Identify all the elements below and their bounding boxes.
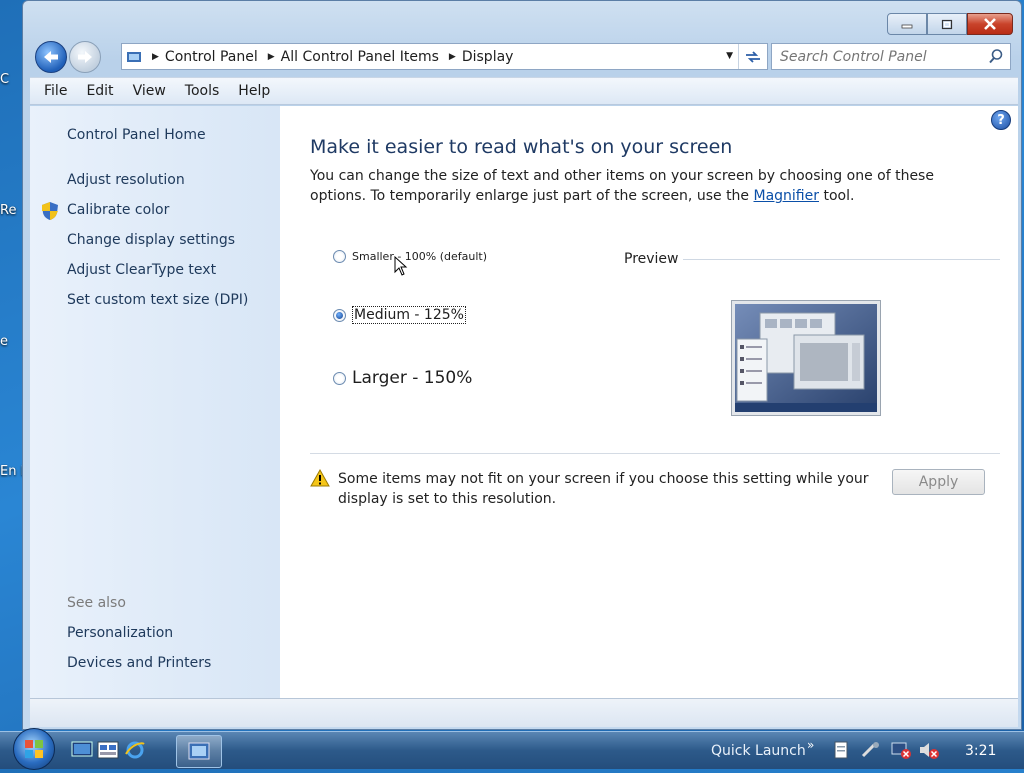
chevron-right-icon[interactable]: ▶ (449, 52, 456, 62)
arrow-right-icon (78, 51, 92, 63)
clock[interactable]: 3:21 (965, 743, 996, 759)
windows-logo-icon (25, 740, 43, 758)
refresh-icon (746, 50, 760, 63)
forward-button[interactable] (69, 41, 101, 73)
content-divider (310, 453, 1000, 454)
desktop-icon-label[interactable]: En L (0, 464, 24, 479)
menu-bar: File Edit View Tools Help (30, 77, 1018, 105)
arrow-left-icon (44, 51, 58, 63)
search-input[interactable] (772, 44, 982, 69)
preview-image (731, 300, 881, 416)
help-button[interactable]: ? (991, 110, 1011, 130)
close-button[interactable] (967, 13, 1013, 35)
warning-icon (310, 469, 330, 487)
preview-illustration (735, 304, 877, 412)
menu-view[interactable]: View (131, 83, 168, 99)
magnifier-link[interactable]: Magnifier (754, 188, 820, 204)
see-also-heading: See also (67, 595, 126, 611)
desktop-icon-label[interactable]: C (0, 72, 24, 87)
uac-shield-icon (42, 202, 58, 220)
search-icon[interactable] (988, 48, 1004, 64)
show-desktop-icon[interactable] (71, 740, 93, 760)
maximize-icon (941, 19, 953, 29)
radio-medium[interactable] (333, 308, 346, 322)
minimize-button[interactable] (887, 13, 927, 35)
close-icon (984, 18, 996, 30)
desktop-icon-label[interactable]: e (0, 334, 24, 349)
option-smaller-label[interactable]: Smaller - 100% (default) (352, 250, 487, 263)
devices-printers-link[interactable]: Devices and Printers (67, 655, 211, 671)
breadcrumb-control-panel[interactable]: Control Panel (165, 49, 258, 65)
content-area: Control Panel Home Adjust resolution Cal… (30, 106, 1018, 698)
menu-file[interactable]: File (42, 83, 69, 99)
calibrate-color-link[interactable]: Calibrate color (67, 202, 169, 218)
network-tools-icon[interactable] (860, 740, 882, 760)
switch-windows-icon[interactable] (97, 740, 119, 760)
search-box[interactable] (771, 43, 1011, 70)
maximize-button[interactable] (927, 13, 967, 35)
option-medium[interactable]: Medium - 125% (333, 306, 466, 324)
status-bar (30, 698, 1018, 727)
chevron-right-icon[interactable]: ▶ (152, 52, 159, 62)
chevron-down-icon[interactable]: ▼ (726, 51, 733, 61)
option-larger[interactable]: Larger - 150% (333, 368, 472, 388)
apply-button[interactable]: Apply (892, 469, 985, 495)
address-bar[interactable]: ▶ Control Panel ▶ All Control Panel Item… (121, 43, 768, 70)
mouse-cursor-icon (394, 256, 408, 276)
caption-buttons (887, 13, 1013, 35)
change-display-settings-link[interactable]: Change display settings (67, 232, 235, 248)
control-panel-icon (127, 51, 141, 62)
page-title: Make it easier to read what's on your sc… (310, 136, 733, 158)
preview-divider (683, 259, 1000, 260)
network-error-icon[interactable] (890, 740, 912, 760)
control-panel-icon (188, 742, 210, 760)
chevron-double-right-icon[interactable]: » (807, 738, 814, 752)
adjust-resolution-link[interactable]: Adjust resolution (67, 172, 185, 188)
task-pane: Control Panel Home Adjust resolution Cal… (30, 106, 280, 698)
menu-tools[interactable]: Tools (183, 83, 222, 99)
start-button[interactable] (13, 728, 55, 770)
taskbar-control-panel-button[interactable] (176, 735, 222, 768)
chevron-right-icon[interactable]: ▶ (268, 52, 275, 62)
volume-muted-icon[interactable] (918, 740, 940, 760)
breadcrumb-all-items[interactable]: All Control Panel Items (281, 49, 439, 65)
radio-larger[interactable] (333, 371, 346, 385)
option-smaller[interactable]: Smaller - 100% (default) (333, 250, 487, 263)
control-panel-home-link[interactable]: Control Panel Home (67, 127, 206, 143)
document-icon[interactable] (830, 740, 852, 760)
taskbar: Quick Launch » 3:21 (0, 728, 1024, 770)
adjust-cleartype-link[interactable]: Adjust ClearType text (67, 262, 216, 278)
control-panel-window: ▶ Control Panel ▶ All Control Panel Item… (22, 0, 1022, 730)
radio-smaller[interactable] (333, 250, 346, 263)
breadcrumb-display[interactable]: Display (462, 49, 514, 65)
option-larger-label[interactable]: Larger - 150% (352, 368, 472, 388)
desktop-icon-label[interactable]: Re (0, 203, 24, 218)
minimize-icon (901, 24, 913, 29)
description-text-end: tool. (819, 188, 855, 204)
menu-edit[interactable]: Edit (84, 83, 115, 99)
internet-explorer-icon[interactable] (124, 740, 146, 760)
personalization-link[interactable]: Personalization (67, 625, 173, 641)
menu-help[interactable]: Help (236, 83, 272, 99)
warning-message: Some items may not fit on your screen if… (338, 471, 869, 507)
back-button[interactable] (35, 41, 67, 73)
custom-text-size-link[interactable]: Set custom text size (DPI) (67, 292, 248, 308)
option-medium-label[interactable]: Medium - 125% (352, 306, 466, 324)
page-description: You can change the size of text and othe… (310, 166, 990, 206)
refresh-button[interactable] (738, 44, 767, 69)
preview-label: Preview (624, 251, 679, 267)
quick-launch-label[interactable]: Quick Launch (711, 743, 806, 759)
